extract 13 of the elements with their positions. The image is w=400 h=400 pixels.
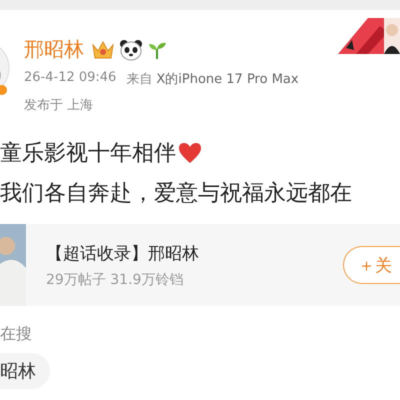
source-label: 来自: [126, 71, 152, 88]
heart-icon: [178, 142, 202, 164]
trending-heading: 在搜: [0, 324, 33, 345]
search-chip[interactable]: 昭林: [0, 353, 50, 389]
post-text: 我们各自奔赴，爱意与祝福永远都在: [0, 180, 352, 208]
panda-icon: [119, 38, 143, 60]
topic-stats: 29万帖子 31.9万铃铛: [46, 270, 184, 288]
post-location: 发布于 上海: [24, 97, 94, 114]
source-device: X的iPhone 17 Pro Max: [156, 71, 299, 88]
crown-icon: [91, 38, 115, 60]
post-time: 26-4-12 09:46: [24, 70, 116, 87]
topic-title[interactable]: 【超话收录】邢昭林: [46, 242, 343, 264]
post-text: 童乐影视十年相伴: [0, 140, 176, 168]
